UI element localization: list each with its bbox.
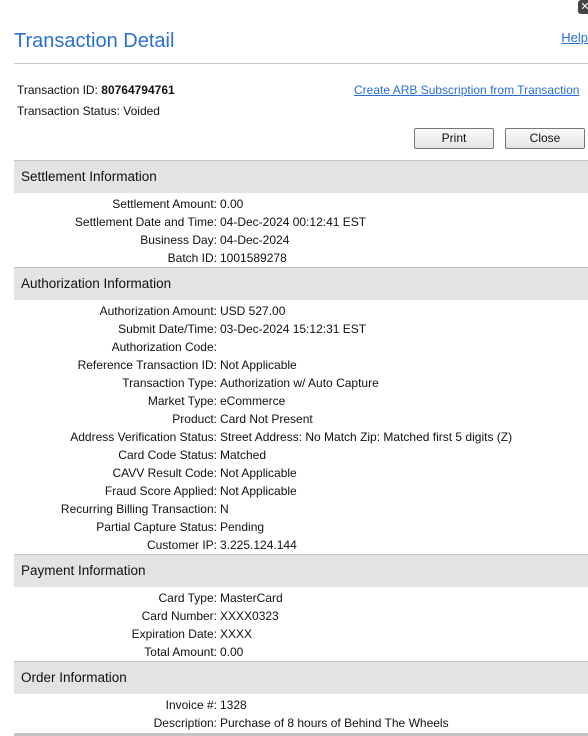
row-value: Card Not Present [220, 412, 313, 426]
transaction-id-line: Transaction ID: 80764794761 [17, 83, 175, 97]
row-label: Business Day: [140, 233, 217, 247]
row-value: USD 527.00 [220, 304, 286, 318]
detail-row: Market Type: eCommerce [14, 392, 588, 410]
payment-section-title: Payment Information [14, 554, 588, 587]
help-link[interactable]: Help [561, 30, 588, 45]
detail-row: Authorization Amount: USD 527.00 [14, 302, 588, 320]
row-label: Market Type: [147, 394, 217, 408]
row-label: Fraud Score Applied: [104, 484, 217, 498]
detail-row: Address Verification Status: Street Addre… [14, 428, 588, 446]
transaction-status-line: Transaction Status: Voided [17, 104, 160, 118]
row-label: Submit Date/Time: [118, 322, 217, 336]
transaction-id-value: 80764794761 [101, 83, 175, 97]
row-label: Customer IP: [146, 538, 217, 552]
row-value: 04-Dec-2024 [220, 233, 290, 247]
row-value: XXXX [220, 627, 253, 641]
settlement-section: Settlement Information Settlement Amount… [14, 160, 588, 267]
close-button[interactable]: Close [505, 128, 585, 149]
detail-row: CAVV Result Code: Not Applicable [14, 464, 588, 482]
row-label: Total Amount: [144, 645, 217, 659]
row-value: Not Applicable [220, 358, 297, 372]
detail-row: Invoice #: 1328 [14, 696, 588, 714]
authorization-section: Authorization Information Authorization … [14, 267, 588, 554]
order-section-title: Order Information [14, 661, 588, 694]
detail-row: Description: Purchase of 8 hours of Behin… [14, 714, 588, 732]
row-label: Partial Capture Status: [96, 520, 217, 534]
row-value: N [220, 502, 229, 516]
detail-row: Authorization Code: [14, 338, 588, 356]
row-label: Invoice #: [165, 698, 217, 712]
detail-row: Expiration Date: XXXX [14, 625, 588, 643]
row-value: Pending [220, 520, 265, 534]
detail-row: Batch ID: 1001589278 [14, 249, 588, 267]
row-value: Not Applicable [220, 484, 297, 498]
row-value: 3.225.124.144 [220, 538, 297, 552]
print-button[interactable]: Print [414, 128, 494, 149]
header-divider [14, 63, 588, 64]
row-label: Expiration Date: [131, 627, 217, 641]
detail-row: Partial Capture Status: Pending [14, 518, 588, 536]
row-value: Street Address: No Match Zip: Matched fi… [220, 430, 513, 444]
detail-row: Total Amount: 0.00 [14, 643, 588, 661]
transaction-id-label: Transaction ID: [17, 83, 98, 97]
detail-row: Business Day: 04-Dec-2024 [14, 231, 588, 249]
detail-row: Settlement Amount: 0.00 [14, 195, 588, 213]
detail-row: Card Number: XXXX0323 [14, 607, 588, 625]
row-value: Matched [220, 448, 267, 462]
row-label: Card Code Status: [118, 448, 217, 462]
row-value: Authorization w/ Auto Capture [220, 376, 379, 390]
row-label: CAVV Result Code: [112, 466, 218, 480]
page-header: Transaction Detail Help [14, 30, 588, 64]
payment-section: Payment Information Card Type: MasterCard… [14, 554, 588, 661]
transaction-status-value: Voided [123, 104, 160, 118]
page-title: Transaction Detail [14, 30, 175, 52]
row-label: Batch ID: [167, 251, 217, 265]
row-value: eCommerce [220, 394, 286, 408]
row-label: Transaction Type: [122, 376, 217, 390]
detail-row: Fraud Score Applied: Not Applicable [14, 482, 588, 500]
row-value: MasterCard [220, 591, 283, 605]
row-value: Purchase of 8 hours of Behind The Wheels [220, 716, 449, 730]
create-arb-subscription-link[interactable]: Create ARB Subscription from Transaction [354, 83, 579, 97]
order-rows: Invoice #: 1328 Description: Purchase of 8… [14, 694, 588, 732]
detail-row: Card Type: MasterCard [14, 589, 588, 607]
detail-row: Customer IP: 3.225.124.144 [14, 536, 588, 554]
row-label: Address Verification Status: [70, 430, 217, 444]
row-label: Settlement Amount: [112, 197, 217, 211]
order-section: Order Information Invoice #: 1328 Descrip… [14, 661, 588, 732]
detail-row: Card Code Status: Matched [14, 446, 588, 464]
row-value: 03-Dec-2024 15:12:31 EST [220, 322, 367, 336]
row-label: Product: [172, 412, 217, 426]
detail-row: Transaction Type: Authorization w/ Auto C… [14, 374, 588, 392]
row-value: 1001589278 [220, 251, 287, 265]
row-label: Recurring Billing Transaction: [60, 502, 217, 516]
authorization-section-title: Authorization Information [14, 267, 588, 300]
row-label: Authorization Amount: [99, 304, 217, 318]
detail-row: Submit Date/Time: 03-Dec-2024 15:12:31 ES… [14, 320, 588, 338]
transaction-detail-page: ✕ Transaction Detail Help Transaction ID… [0, 0, 588, 736]
row-value: Not Applicable [220, 466, 297, 480]
detail-row: Reference Transaction ID: Not Applicable [14, 356, 588, 374]
payment-rows: Card Type: MasterCard Card Number: XXXX032… [14, 587, 588, 661]
detail-row: Product: Card Not Present [14, 410, 588, 428]
detail-row: Settlement Date and Time: 04-Dec-2024 00:… [14, 213, 588, 231]
authorization-rows: Authorization Amount: USD 527.00 Submit D… [14, 300, 588, 554]
settlement-section-title: Settlement Information [14, 160, 588, 193]
transaction-status-label: Transaction Status: [17, 104, 120, 118]
row-label: Card Type: [158, 591, 217, 605]
window-close-icon[interactable]: ✕ [578, 0, 588, 14]
row-value: 1328 [220, 698, 247, 712]
row-label: Card Number: [141, 609, 217, 623]
row-value: 0.00 [220, 197, 244, 211]
row-value: XXXX0323 [220, 609, 279, 623]
row-label: Reference Transaction ID: [77, 358, 217, 372]
row-label: Description: [153, 716, 217, 730]
detail-row: Recurring Billing Transaction: N [14, 500, 588, 518]
row-label: Settlement Date and Time: [74, 215, 217, 229]
settlement-rows: Settlement Amount: 0.00 Settlement Date a… [14, 193, 588, 267]
row-value: 0.00 [220, 645, 244, 659]
row-label: Authorization Code: [111, 340, 217, 354]
row-value: 04-Dec-2024 00:12:41 EST [220, 215, 367, 229]
